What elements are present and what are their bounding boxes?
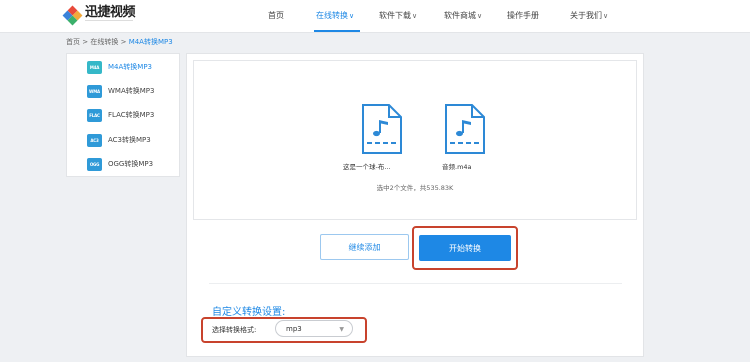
wma-file-icon: WMA (87, 84, 102, 98)
flac-file-icon: FLAC (87, 108, 102, 122)
highlight-box (412, 226, 518, 270)
converter-sidebar: M4A M4A转换MP3 WMA WMA转换MP3 FLAC FLAC转换MP3… (66, 53, 180, 177)
selection-summary: 选中2个文件，共535.83K (376, 184, 454, 192)
audio-file-icon (445, 104, 485, 154)
sidebar-item-ogg-to-mp3[interactable]: OGG OGG转换MP3 (87, 157, 153, 171)
file-item[interactable] (435, 103, 495, 155)
nav-active-indicator (314, 30, 360, 32)
chevron-down-icon: ∨ (412, 12, 418, 20)
ac3-file-icon: AC3 (87, 133, 102, 147)
file-item[interactable] (352, 103, 412, 155)
breadcrumb-home[interactable]: 首页 (66, 38, 80, 46)
brand-logo[interactable]: 迅捷视频 (62, 5, 136, 28)
converter-panel: 这是一个球-布... 音频.m4a 选中2个文件，共535.83K 继续添加 开… (186, 53, 644, 357)
ogg-file-icon: OGG (87, 157, 102, 171)
chevron-down-icon: ∨ (603, 12, 609, 20)
m4a-file-icon: M4A (87, 60, 102, 74)
file-drop-area[interactable]: 这是一个球-布... 音频.m4a 选中2个文件，共535.83K (193, 60, 637, 220)
sidebar-item-flac-to-mp3[interactable]: FLAC FLAC转换MP3 (87, 108, 154, 122)
continue-add-button[interactable]: 继续添加 (320, 234, 409, 260)
highlight-box (201, 317, 367, 343)
sidebar-item-wma-to-mp3[interactable]: WMA WMA转换MP3 (87, 84, 154, 98)
breadcrumb-section[interactable]: 在线转换 (90, 38, 118, 46)
audio-file-icon (362, 104, 402, 154)
chevron-down-icon: ∨ (349, 12, 355, 20)
brand-tagline (85, 20, 133, 24)
breadcrumb: 首页 > 在线转换 > M4A转换MP3 (66, 38, 173, 46)
top-header: 迅捷视频 首页 在线转换∨ 软件下载∨ 软件商城∨ 操作手册 关于我们∨ (0, 0, 750, 33)
breadcrumb-current: M4A转换MP3 (128, 38, 173, 46)
brand-name: 迅捷视频 (85, 5, 136, 20)
nav-item-manual[interactable]: 操作手册 (507, 11, 539, 21)
nav-item-home[interactable]: 首页 (268, 11, 284, 21)
nav-item-software-download[interactable]: 软件下载∨ (379, 11, 417, 21)
chevron-down-icon: ∨ (477, 12, 483, 20)
sidebar-item-m4a-to-mp3[interactable]: M4A M4A转换MP3 (87, 60, 152, 74)
logo-mark-icon (62, 5, 83, 26)
nav-item-about[interactable]: 关于我们∨ (570, 11, 608, 21)
nav-item-software-store[interactable]: 软件商城∨ (444, 11, 482, 21)
settings-title: 自定义转换设置: (212, 307, 286, 318)
file-name: 这是一个球-布... (343, 163, 391, 171)
nav-item-online-convert[interactable]: 在线转换∨ (316, 11, 354, 21)
divider (209, 283, 622, 284)
sidebar-item-ac3-to-mp3[interactable]: AC3 AC3转换MP3 (87, 133, 151, 147)
file-name: 音频.m4a (442, 163, 472, 171)
